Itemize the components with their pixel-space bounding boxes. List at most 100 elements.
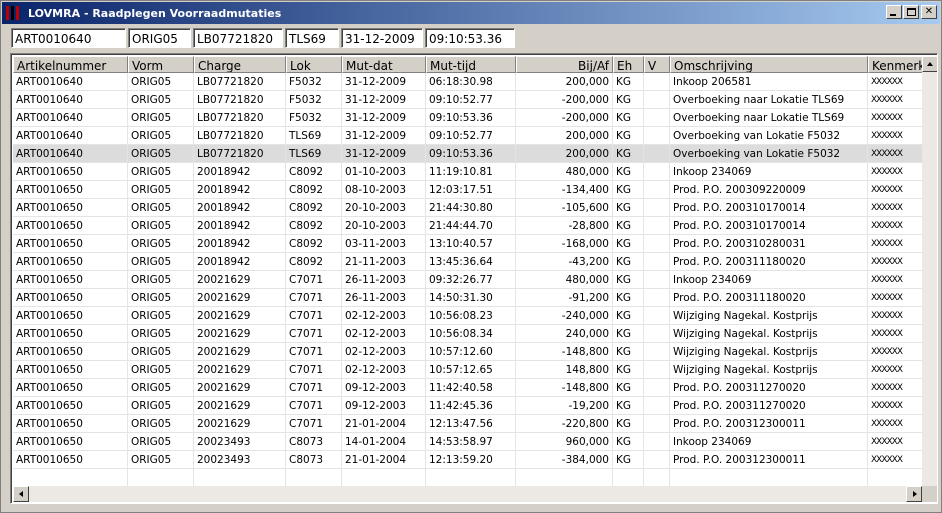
cell-bij-af: 240,000 <box>516 325 613 343</box>
column-header-vorm[interactable]: Vorm <box>128 56 194 73</box>
column-header-bij-af[interactable]: Bij/Af <box>516 56 613 73</box>
column-header-eh[interactable]: Eh <box>613 56 644 73</box>
cell-vorm: ORIG05 <box>128 181 194 199</box>
cell-v <box>644 451 670 469</box>
minimize-button[interactable] <box>886 5 902 19</box>
column-header-omschrijving[interactable]: Omschrijving <box>670 56 868 73</box>
cell-omschrijving: Inkoop 234069 <box>670 163 868 181</box>
cell-mut-dat: 31-12-2009 <box>342 91 426 109</box>
table-row[interactable]: ART0010650 ORIG05 20021629 C7071 02-12-2003 1… <box>13 361 928 379</box>
table-row[interactable]: ART0010640 ORIG05 LB07721820 F5032 31-12-200… <box>13 109 928 127</box>
cell-artikelnummer: ART0010640 <box>13 145 128 163</box>
table-row[interactable]: ART0010650 ORIG05 20018942 C8092 20-10-2003 2… <box>13 217 928 235</box>
table-row[interactable]: ART0010650 ORIG05 20021629 C7071 02-12-2003 1… <box>13 307 928 325</box>
cell-vorm: ORIG05 <box>128 109 194 127</box>
cell-charge: 20021629 <box>194 361 286 379</box>
title-bar[interactable]: LOVMRA - Raadplegen Voorraadmutaties ✕ <box>2 2 940 24</box>
cell-artikelnummer: ART0010650 <box>13 451 128 469</box>
maximize-button[interactable] <box>903 5 919 19</box>
cell-omschrijving: Wijziging Nagekal. Kostprijs <box>670 307 868 325</box>
cell-artikelnummer: ART0010650 <box>13 253 128 271</box>
cell-lok: C7071 <box>286 289 342 307</box>
mut-dat-field[interactable]: 31-12-2009 <box>341 28 423 48</box>
cell-kenmerk: XXXXXX <box>868 289 928 307</box>
table-row[interactable]: ART0010650 ORIG05 20023493 C8073 21-01-2004 1… <box>13 451 928 469</box>
close-button[interactable]: ✕ <box>921 5 937 19</box>
cell-vorm: ORIG05 <box>128 361 194 379</box>
charge-field[interactable]: LB07721820 <box>193 28 283 48</box>
cell-mut-tijd: 21:44:44.70 <box>426 217 516 235</box>
table-row[interactable]: ART0010650 ORIG05 20018942 C8092 21-11-2003 1… <box>13 253 928 271</box>
cell-lok: C8092 <box>286 199 342 217</box>
table-row[interactable]: ART0010640 ORIG05 LB07721820 F5032 31-12-200… <box>13 73 928 91</box>
cell-mut-dat: 31-12-2009 <box>342 109 426 127</box>
table-row[interactable]: ART0010640 ORIG05 LB07721820 F5032 31-12-200… <box>13 91 928 109</box>
scroll-up-button[interactable] <box>922 56 937 72</box>
horizontal-scrollbar[interactable] <box>13 486 922 502</box>
vertical-scrollbar[interactable] <box>922 56 937 486</box>
column-header-lok[interactable]: Lok <box>286 56 342 73</box>
cell-v <box>644 397 670 415</box>
mutations-grid[interactable]: Artikelnummer Vorm Charge Lok Mut-dat Mut-tij… <box>10 53 938 504</box>
cell-mut-tijd: 12:13:59.20 <box>426 451 516 469</box>
table-row[interactable]: ART0010650 ORIG05 20018942 C8092 01-10-2003 1… <box>13 163 928 181</box>
column-header-kenmerk[interactable]: Kenmerk <box>868 56 928 73</box>
cell-omschrijving: Inkoop 234069 <box>670 433 868 451</box>
cell-omschrijving: Overboeking van Lokatie F5032 <box>670 127 868 145</box>
table-row[interactable]: ART0010650 ORIG05 20023493 C8073 14-01-2004 1… <box>13 433 928 451</box>
table-row[interactable]: ART0010650 ORIG05 20021629 C7071 26-11-2003 1… <box>13 289 928 307</box>
column-header-mut-tijd[interactable]: Mut-tijd <box>426 56 516 73</box>
cell-bij-af: -19,200 <box>516 397 613 415</box>
cell-mut-tijd: 10:57:12.60 <box>426 343 516 361</box>
table-row[interactable]: ART0010650 ORIG05 20018942 C8092 20-10-2003 2… <box>13 199 928 217</box>
table-row[interactable]: ART0010650 ORIG05 20021629 C7071 02-12-2003 1… <box>13 343 928 361</box>
cell-lok: F5032 <box>286 91 342 109</box>
column-header-mut-dat[interactable]: Mut-dat <box>342 56 426 73</box>
scroll-up-arrow-icon <box>927 62 933 66</box>
cell-v <box>644 433 670 451</box>
mut-tijd-field[interactable]: 09:10:53.36 <box>425 28 515 48</box>
cell-lok: C8092 <box>286 181 342 199</box>
empty-cell <box>194 469 286 487</box>
column-header-artikelnummer[interactable]: Artikelnummer <box>13 56 128 73</box>
cell-v <box>644 343 670 361</box>
table-row[interactable]: ART0010650 ORIG05 20021629 C7071 09-12-2003 1… <box>13 397 928 415</box>
close-icon: ✕ <box>924 6 934 17</box>
cell-v <box>644 307 670 325</box>
cell-artikelnummer: ART0010650 <box>13 163 128 181</box>
scroll-right-button[interactable] <box>906 486 922 502</box>
scroll-left-button[interactable] <box>13 486 29 502</box>
cell-artikelnummer: ART0010650 <box>13 235 128 253</box>
artikelnummer-field[interactable]: ART0010640 <box>11 28 126 48</box>
cell-bij-af: -148,800 <box>516 379 613 397</box>
cell-lok: C8092 <box>286 163 342 181</box>
cell-omschrijving: Prod. P.O. 200312300011 <box>670 415 868 433</box>
cell-artikelnummer: ART0010650 <box>13 397 128 415</box>
table-row[interactable]: ART0010650 ORIG05 20021629 C7071 09-12-2003 1… <box>13 379 928 397</box>
table-row[interactable]: ART0010650 ORIG05 20021629 C7071 21-01-2004 1… <box>13 415 928 433</box>
column-header-charge[interactable]: Charge <box>194 56 286 73</box>
cell-lok: C8092 <box>286 235 342 253</box>
cell-omschrijving: Inkoop 206581 <box>670 73 868 91</box>
table-row[interactable]: ART0010650 ORIG05 20018942 C8092 08-10-2003 1… <box>13 181 928 199</box>
cell-v <box>644 235 670 253</box>
cell-omschrijving: Overboeking naar Lokatie TLS69 <box>670 109 868 127</box>
cell-lok: TLS69 <box>286 145 342 163</box>
table-row[interactable]: ART0010640 ORIG05 LB07721820 TLS69 31-12-200… <box>13 145 928 163</box>
cell-mut-tijd: 10:56:08.34 <box>426 325 516 343</box>
table-row[interactable]: ART0010650 ORIG05 20021629 C7071 26-11-2003 0… <box>13 271 928 289</box>
cell-eh: KG <box>613 433 644 451</box>
lok-field[interactable]: TLS69 <box>285 28 339 48</box>
cell-vorm: ORIG05 <box>128 325 194 343</box>
cell-bij-af: -384,000 <box>516 451 613 469</box>
empty-cell <box>670 469 868 487</box>
cell-omschrijving: Overboeking van Lokatie F5032 <box>670 145 868 163</box>
column-header-v[interactable]: V <box>644 56 670 73</box>
cell-mut-tijd: 11:42:40.58 <box>426 379 516 397</box>
vorm-field[interactable]: ORIG05 <box>128 28 191 48</box>
cell-v <box>644 91 670 109</box>
table-row[interactable]: ART0010640 ORIG05 LB07721820 TLS69 31-12-200… <box>13 127 928 145</box>
table-row[interactable]: ART0010650 ORIG05 20021629 C7071 02-12-2003 1… <box>13 325 928 343</box>
table-row[interactable]: ART0010650 ORIG05 20018942 C8092 03-11-2003 1… <box>13 235 928 253</box>
cell-lok: C8073 <box>286 433 342 451</box>
